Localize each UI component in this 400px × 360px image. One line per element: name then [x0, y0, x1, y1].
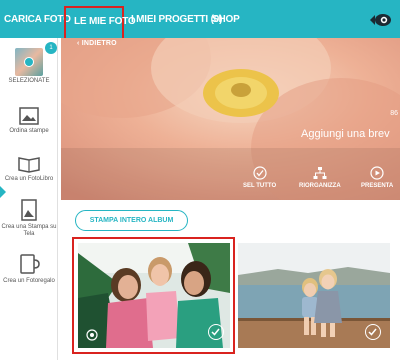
nav-carica-foto[interactable]: CARICA FOTO	[4, 0, 71, 38]
photo-book-icon	[18, 157, 40, 173]
nav-i-miei-progetti[interactable]: I MIEI PROGETTI (0)	[131, 0, 222, 38]
sidebar: 1 SELEZIONATE Ordina stampe Crea un Foto…	[0, 38, 58, 360]
present-label: PRESENTA	[361, 183, 394, 189]
album-cover: ‹ INDIETRO 86 Aggiungi una brev SEL TUTT…	[61, 38, 400, 200]
top-nav-bar: CARICA FOTO LE MIE FOTO I MIEI PROGETTI …	[0, 0, 400, 38]
nav-le-mie-foto[interactable]: LE MIE FOTO	[64, 6, 136, 38]
sidebar-item-fotolibro[interactable]: Crea un FotoLibro	[0, 154, 58, 183]
select-all-button[interactable]: SEL TUTTO	[243, 166, 276, 189]
play-circle-icon	[370, 166, 384, 180]
selected-check-icon[interactable]	[208, 324, 224, 340]
album-count-text: 86	[390, 110, 398, 117]
sidebar-item-label: Crea un FotoLibro	[4, 176, 54, 182]
app-root: CARICA FOTO LE MIE FOTO I MIEI PROGETTI …	[0, 0, 400, 360]
photo-tile-1[interactable]	[78, 243, 230, 348]
sidebar-item-ordina-stampe[interactable]: Ordina stampe	[0, 106, 58, 135]
sidebar-pointer-icon	[0, 186, 6, 198]
photo-print-icon	[19, 107, 39, 125]
reorganize-button[interactable]: RIORGANIZZA	[299, 166, 341, 189]
selected-check-icon[interactable]	[365, 324, 381, 340]
selected-thumbnail[interactable]: 1	[15, 42, 57, 76]
sidebar-item-label: Crea un Fotoregalo	[3, 278, 55, 284]
sidebar-item-label: SELEZIONATE	[8, 78, 50, 84]
sidebar-item-label: Crea una Stampa su Tela	[1, 224, 57, 237]
sidebar-item-fotoregalo[interactable]: Crea un Fotoregalo	[0, 252, 58, 285]
reorganize-label: RIORGANIZZA	[299, 183, 341, 189]
back-label: INDIETRO	[81, 40, 117, 47]
nav-shop[interactable]: SHOP	[212, 0, 240, 38]
back-link[interactable]: ‹ INDIETRO	[77, 40, 117, 47]
fish-logo-icon[interactable]	[368, 12, 392, 28]
photo-tile-2[interactable]	[238, 243, 390, 348]
check-circle-icon	[252, 166, 267, 180]
canvas-print-icon	[21, 199, 37, 221]
sidebar-item-selezionate[interactable]: 1 SELEZIONATE	[0, 42, 58, 85]
sidebar-item-stampa-tela[interactable]: Crea una Stampa su Tela	[0, 198, 58, 238]
deselect-icon[interactable]	[24, 57, 34, 67]
selected-count-badge: 1	[45, 42, 57, 54]
album-cover-image	[61, 38, 400, 200]
sidebar-item-label: Ordina stampe	[9, 128, 49, 134]
present-button[interactable]: PRESENTA	[361, 166, 393, 189]
print-whole-album-button[interactable]: STAMPA INTERO ALBUM	[75, 210, 188, 231]
chevron-left-icon: ‹	[77, 40, 80, 47]
mug-gift-icon	[20, 254, 40, 274]
sitemap-icon	[313, 167, 327, 179]
album-caption-input[interactable]: Aggiungi una brev	[301, 128, 390, 140]
select-all-label: SEL TUTTO	[243, 183, 277, 189]
